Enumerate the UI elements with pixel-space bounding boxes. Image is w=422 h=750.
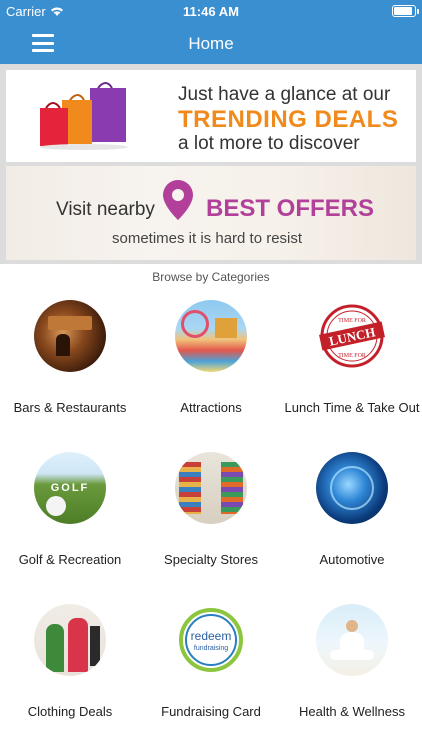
- category-automotive[interactable]: Automotive: [282, 452, 422, 567]
- trending-line1: Just have a glance at our: [178, 84, 391, 105]
- location-pin-icon: [163, 180, 193, 220]
- status-time: 11:46 AM: [183, 4, 239, 19]
- best-offers-banner[interactable]: Visit nearby BEST OFFERS sometimes it is…: [6, 166, 416, 260]
- nav-bar: Home: [0, 22, 422, 64]
- redeem-fundraising-logo-icon: redeem fundraising: [175, 604, 247, 676]
- golf-ball-icon: GOLF: [34, 452, 106, 524]
- category-health-wellness[interactable]: Health & Wellness: [282, 604, 422, 719]
- status-bar: Carrier 11:46 AM: [0, 0, 422, 22]
- automotive-icon: [316, 452, 388, 524]
- lunch-stamp-icon: TIME FOR LUNCH TIME FOR: [316, 300, 388, 372]
- yoga-icon: [316, 604, 388, 676]
- category-fundraising-card[interactable]: redeem fundraising Fundraising Card: [141, 604, 281, 719]
- stamp-main-text: LUNCH: [328, 324, 377, 348]
- redeem-logo-text: redeem: [191, 629, 232, 643]
- fundraising-logo-text: fundraising: [194, 645, 228, 652]
- banner-area: Just have a glance at our TRENDING DEALS…: [0, 64, 422, 264]
- shopping-bags-icon: [40, 82, 128, 150]
- category-label: Specialty Stores: [164, 552, 258, 567]
- clothing-icon: [34, 604, 106, 676]
- main-content: Just have a glance at our TRENDING DEALS…: [0, 64, 422, 750]
- trending-deals-banner[interactable]: Just have a glance at our TRENDING DEALS…: [6, 70, 416, 162]
- category-clothing-deals[interactable]: Clothing Deals: [0, 604, 140, 719]
- amusement-park-icon: [175, 300, 247, 372]
- category-lunch-takeout[interactable]: TIME FOR LUNCH TIME FOR Lunch Time & Tak…: [282, 300, 422, 415]
- stamp-top-text: TIME FOR: [338, 318, 366, 324]
- category-label: Attractions: [180, 400, 242, 415]
- battery-icon: [392, 5, 419, 17]
- trending-headline: TRENDING DEALS: [178, 106, 399, 133]
- category-golf-recreation[interactable]: GOLF Golf & Recreation: [0, 452, 140, 567]
- category-label: Health & Wellness: [299, 704, 405, 719]
- trending-line3: a lot more to discover: [178, 133, 360, 154]
- offers-subtitle: sometimes it is hard to resist: [112, 230, 303, 247]
- category-label: Clothing Deals: [27, 704, 113, 719]
- page-title: Home: [188, 34, 234, 53]
- bar-photo-icon: [34, 300, 106, 372]
- browse-categories-label: Browse by Categories: [152, 270, 270, 284]
- category-label: Automotive: [319, 552, 385, 567]
- stamp-bottom-text: TIME FOR: [338, 353, 366, 359]
- offers-headline: BEST OFFERS: [206, 195, 375, 222]
- golf-logo-text: GOLF: [50, 482, 90, 494]
- app-header: Carrier 11:46 AM Home: [0, 0, 422, 64]
- category-label: Bars & Restaurants: [13, 400, 127, 415]
- category-specialty-stores[interactable]: Specialty Stores: [141, 452, 281, 567]
- category-label: Fundraising Card: [161, 704, 261, 719]
- category-attractions[interactable]: Attractions: [141, 300, 281, 415]
- category-bars-restaurants[interactable]: Bars & Restaurants: [0, 300, 140, 415]
- offers-visit-text: Visit nearby: [56, 199, 155, 220]
- trending-text: Just have a glance at our TRENDING DEALS…: [178, 84, 398, 155]
- store-aisle-icon: [175, 452, 247, 524]
- category-label: Lunch Time & Take Out: [284, 400, 420, 415]
- category-label: Golf & Recreation: [18, 552, 122, 567]
